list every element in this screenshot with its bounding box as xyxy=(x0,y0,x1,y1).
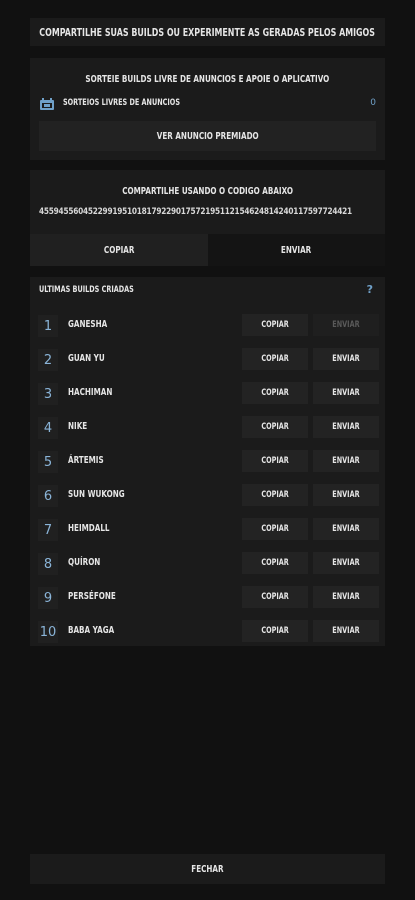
build-copy-label: COPIAR xyxy=(261,524,289,534)
build-name: QUÍRON xyxy=(68,557,101,568)
build-send-label: ENVIAR xyxy=(332,626,360,636)
raffle-label: SORTEIOS LIVRES DE ANUNCIOS xyxy=(63,98,180,108)
build-send-label: ENVIAR xyxy=(332,388,360,398)
build-send-button[interactable]: ENVIAR xyxy=(313,382,379,404)
help-icon[interactable]: ? xyxy=(367,283,373,296)
build-copy-button[interactable]: COPIAR xyxy=(242,382,308,404)
build-send-button[interactable]: ENVIAR xyxy=(313,586,379,608)
build-list: 1 GANESHA COPIAR ENVIAR 2 GUAN YU COPIAR ENVIAR… xyxy=(30,310,385,650)
header-text: COMPARTILHE SUAS BUILDS OU EXPERIMENTE A… xyxy=(39,25,376,39)
build-number: 5 xyxy=(38,451,58,473)
build-name: GANESHA xyxy=(68,319,108,330)
build-number: 7 xyxy=(38,519,58,541)
build-number: 1 xyxy=(38,315,58,337)
build-name: PERSÉFONE xyxy=(68,591,116,602)
build-number: 3 xyxy=(38,383,58,405)
build-send-button[interactable]: ENVIAR xyxy=(313,416,379,438)
share-title-wrap: COMPARTILHE USANDO O CODIGO ABAIXO xyxy=(30,179,385,198)
build-row: 10 BABA YAGA COPIAR ENVIAR xyxy=(30,616,385,650)
ticket-icon xyxy=(40,98,54,110)
raffle-title-wrap: SORTEIE BUILDS LIVRE DE ANUNCIOS E APOIE… xyxy=(30,67,385,86)
build-row: 9 PERSÉFONE COPIAR ENVIAR xyxy=(30,582,385,616)
build-name: HACHIMAN xyxy=(68,387,113,398)
build-number: 8 xyxy=(38,553,58,575)
build-send-label: ENVIAR xyxy=(332,524,360,534)
build-send-label: ENVIAR xyxy=(332,320,360,330)
build-send-button[interactable]: ENVIAR xyxy=(313,620,379,642)
build-copy-label: COPIAR xyxy=(261,422,289,432)
build-send-label: ENVIAR xyxy=(332,354,360,364)
watch-ad-label: VER ANUNCIO PREMIADO xyxy=(156,130,259,142)
build-number: 10 xyxy=(38,621,58,643)
build-send-button[interactable]: ENVIAR xyxy=(313,348,379,370)
build-name: NIKE xyxy=(68,421,88,432)
build-send-button[interactable]: ENVIAR xyxy=(313,552,379,574)
build-copy-label: COPIAR xyxy=(261,354,289,364)
build-row: 4 NIKE COPIAR ENVIAR xyxy=(30,412,385,446)
build-row: 7 HEIMDALL COPIAR ENVIAR xyxy=(30,514,385,548)
share-actions: COPIAR ENVIAR xyxy=(30,234,385,266)
build-send-label: ENVIAR xyxy=(332,456,360,466)
build-copy-label: COPIAR xyxy=(261,592,289,602)
build-row: 3 HACHIMAN COPIAR ENVIAR xyxy=(30,378,385,412)
build-copy-label: COPIAR xyxy=(261,320,289,330)
share-code: 4559455604522991951018179229017572195112… xyxy=(39,207,352,217)
build-send-button[interactable]: ENVIAR xyxy=(313,518,379,540)
build-name: ÁRTEMIS xyxy=(68,455,104,466)
share-title: COMPARTILHE USANDO O CODIGO ABAIXO xyxy=(122,186,293,197)
copy-code-label: COPIAR xyxy=(103,244,134,256)
build-number: 6 xyxy=(38,485,58,507)
build-send-label: ENVIAR xyxy=(332,558,360,568)
close-label: FECHAR xyxy=(191,863,224,875)
send-code-label: ENVIAR xyxy=(281,244,312,256)
raffle-panel: SORTEIE BUILDS LIVRE DE ANUNCIOS E APOIE… xyxy=(30,58,385,160)
build-name: SUN WUKONG xyxy=(68,489,125,500)
raffle-count: 0 xyxy=(370,98,376,108)
build-send-button[interactable]: ENVIAR xyxy=(313,314,379,336)
build-copy-button[interactable]: COPIAR xyxy=(242,450,308,472)
build-copy-button[interactable]: COPIAR xyxy=(242,484,308,506)
header-banner: COMPARTILHE SUAS BUILDS OU EXPERIMENTE A… xyxy=(30,18,385,46)
builds-panel: ULTIMAS BUILDS CRIADAS ? 1 GANESHA COPIAR E… xyxy=(30,277,385,646)
build-name: BABA YAGA xyxy=(68,625,115,636)
raffle-title: SORTEIE BUILDS LIVRE DE ANUNCIOS E APOIE… xyxy=(85,74,330,85)
build-send-button[interactable]: ENVIAR xyxy=(313,450,379,472)
close-button[interactable]: FECHAR xyxy=(30,854,385,884)
build-copy-button[interactable]: COPIAR xyxy=(242,586,308,608)
send-code-button[interactable]: ENVIAR xyxy=(207,234,385,266)
watch-ad-button[interactable]: VER ANUNCIO PREMIADO xyxy=(39,121,376,151)
build-copy-label: COPIAR xyxy=(261,456,289,466)
build-send-label: ENVIAR xyxy=(332,592,360,602)
build-number: 4 xyxy=(38,417,58,439)
build-copy-button[interactable]: COPIAR xyxy=(242,314,308,336)
build-copy-label: COPIAR xyxy=(261,388,289,398)
build-copy-label: COPIAR xyxy=(261,558,289,568)
builds-title: ULTIMAS BUILDS CRIADAS xyxy=(39,285,134,295)
build-send-label: ENVIAR xyxy=(332,490,360,500)
build-copy-button[interactable]: COPIAR xyxy=(242,348,308,370)
share-panel: COMPARTILHE USANDO O CODIGO ABAIXO 45594… xyxy=(30,170,385,266)
build-row: 5 ÁRTEMIS COPIAR ENVIAR xyxy=(30,446,385,480)
build-send-button[interactable]: ENVIAR xyxy=(313,484,379,506)
build-copy-button[interactable]: COPIAR xyxy=(242,416,308,438)
build-name: HEIMDALL xyxy=(68,523,110,534)
build-copy-button[interactable]: COPIAR xyxy=(242,518,308,540)
build-row: 1 GANESHA COPIAR ENVIAR xyxy=(30,310,385,344)
copy-code-button[interactable]: COPIAR xyxy=(30,234,208,266)
build-copy-label: COPIAR xyxy=(261,490,289,500)
build-send-label: ENVIAR xyxy=(332,422,360,432)
build-number: 9 xyxy=(38,587,58,609)
build-copy-button[interactable]: COPIAR xyxy=(242,620,308,642)
build-row: 8 QUÍRON COPIAR ENVIAR xyxy=(30,548,385,582)
build-row: 2 GUAN YU COPIAR ENVIAR xyxy=(30,344,385,378)
build-name: GUAN YU xyxy=(68,353,105,364)
build-row: 6 SUN WUKONG COPIAR ENVIAR xyxy=(30,480,385,514)
build-number: 2 xyxy=(38,349,58,371)
builds-header: ULTIMAS BUILDS CRIADAS ? xyxy=(30,277,385,305)
build-copy-button[interactable]: COPIAR xyxy=(242,552,308,574)
raffle-row: SORTEIOS LIVRES DE ANUNCIOS 0 xyxy=(30,95,385,115)
build-copy-label: COPIAR xyxy=(261,626,289,636)
